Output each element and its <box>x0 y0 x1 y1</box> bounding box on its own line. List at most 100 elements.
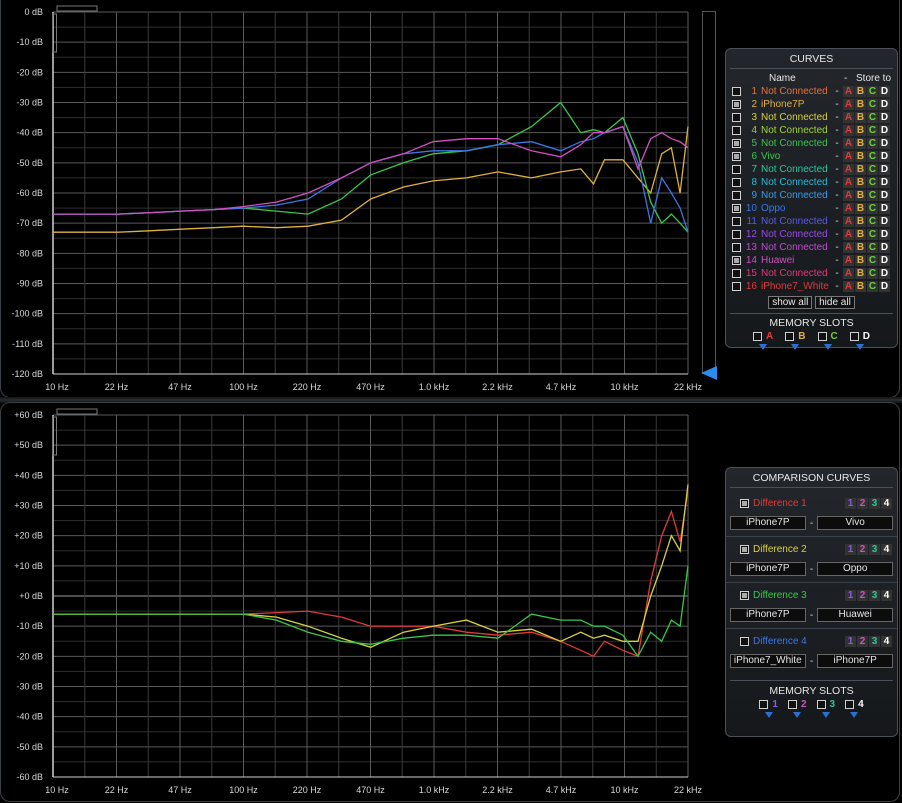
curve-name[interactable]: Not Connected <box>761 138 831 149</box>
curve-visibility-checkbox[interactable] <box>732 139 741 148</box>
hide-all-button[interactable]: hide all <box>815 296 855 309</box>
store-to-b-button[interactable]: B <box>855 112 866 123</box>
curve-visibility-checkbox[interactable] <box>732 152 741 161</box>
store-to-d-button[interactable]: D <box>879 125 890 136</box>
store-to-a-button[interactable]: A <box>843 125 854 136</box>
store-to-b-button[interactable]: B <box>855 203 866 214</box>
memory-slot-dropdown-icon[interactable] <box>759 344 768 350</box>
memory-slot-checkbox[interactable] <box>759 700 769 709</box>
curve-visibility-checkbox[interactable] <box>732 178 741 187</box>
store-to-c-button[interactable]: C <box>867 255 878 266</box>
curve-name[interactable]: Not Connected <box>761 190 831 201</box>
store-to-b-button[interactable]: B <box>855 151 866 162</box>
memory-slot-checkbox[interactable] <box>816 700 826 709</box>
comparison-slot-3-button[interactable]: 3 <box>869 543 880 555</box>
show-all-button[interactable]: show all <box>768 296 813 309</box>
comparison-slot-1-button[interactable]: 1 <box>845 543 856 555</box>
store-to-d-button[interactable]: D <box>879 242 890 253</box>
comparison-slot-4-button[interactable]: 4 <box>881 635 892 647</box>
store-to-a-button[interactable]: A <box>843 99 854 110</box>
comparison-slot-2-button[interactable]: 2 <box>857 543 868 555</box>
store-to-b-button[interactable]: B <box>855 216 866 227</box>
store-to-d-button[interactable]: D <box>879 281 890 292</box>
store-to-a-button[interactable]: A <box>843 151 854 162</box>
memory-slot-checkbox[interactable] <box>753 332 763 341</box>
curve-name[interactable]: Not Connected <box>761 164 831 175</box>
store-to-b-button[interactable]: B <box>855 99 866 110</box>
store-to-d-button[interactable]: D <box>879 99 890 110</box>
difference-visibility-checkbox[interactable] <box>740 590 749 600</box>
store-to-a-button[interactable]: A <box>843 86 854 97</box>
store-to-a-button[interactable]: A <box>843 203 854 214</box>
store-to-a-button[interactable]: A <box>843 164 854 175</box>
comparison-right-select[interactable]: Huawei <box>817 608 894 622</box>
store-to-b-button[interactable]: B <box>855 177 866 188</box>
store-to-d-button[interactable]: D <box>879 86 890 97</box>
memory-slot-checkbox[interactable] <box>817 332 827 341</box>
store-to-a-button[interactable]: A <box>843 177 854 188</box>
memory-slot-dropdown-icon[interactable] <box>850 712 859 718</box>
store-to-c-button[interactable]: C <box>867 138 878 149</box>
store-to-b-button[interactable]: B <box>855 190 866 201</box>
store-to-d-button[interactable]: D <box>879 255 890 266</box>
store-to-c-button[interactable]: C <box>867 229 878 240</box>
curve-name[interactable]: Not Connected <box>761 216 831 227</box>
store-to-c-button[interactable]: C <box>867 203 878 214</box>
store-to-c-button[interactable]: C <box>867 177 878 188</box>
curve-visibility-checkbox[interactable] <box>732 243 741 252</box>
curve-name[interactable]: Not Connected <box>761 229 831 240</box>
store-to-a-button[interactable]: A <box>843 281 854 292</box>
store-to-b-button[interactable]: B <box>855 268 866 279</box>
comparison-slot-3-button[interactable]: 3 <box>869 589 880 601</box>
store-to-d-button[interactable]: D <box>879 138 890 149</box>
store-to-a-button[interactable]: A <box>843 190 854 201</box>
curve-name[interactable]: Not Connected <box>761 268 831 279</box>
curve-name[interactable]: Not Connected <box>761 242 831 253</box>
store-to-d-button[interactable]: D <box>879 151 890 162</box>
store-to-b-button[interactable]: B <box>855 242 866 253</box>
comparison-slot-4-button[interactable]: 4 <box>881 589 892 601</box>
memory-slot-dropdown-icon[interactable] <box>823 344 832 350</box>
comparison-slot-3-button[interactable]: 3 <box>869 497 880 509</box>
store-to-d-button[interactable]: D <box>879 229 890 240</box>
curve-visibility-checkbox[interactable] <box>732 282 741 291</box>
curve-name[interactable]: Not Connected <box>761 112 831 123</box>
comparison-slot-1-button[interactable]: 1 <box>845 635 856 647</box>
store-to-b-button[interactable]: B <box>855 138 866 149</box>
comparison-slot-3-button[interactable]: 3 <box>869 635 880 647</box>
store-to-b-button[interactable]: B <box>855 164 866 175</box>
store-to-b-button[interactable]: B <box>855 281 866 292</box>
curve-visibility-checkbox[interactable] <box>732 126 741 135</box>
store-to-c-button[interactable]: C <box>867 86 878 97</box>
curve-visibility-checkbox[interactable] <box>732 191 741 200</box>
store-to-b-button[interactable]: B <box>855 125 866 136</box>
horizontal-zoom-handle[interactable] <box>56 5 98 12</box>
difference-visibility-checkbox[interactable] <box>740 498 749 508</box>
difference-visibility-checkbox[interactable] <box>740 636 749 646</box>
curve-visibility-checkbox[interactable] <box>732 256 741 265</box>
memory-slot-dropdown-icon[interactable] <box>855 344 864 350</box>
comparison-slot-1-button[interactable]: 1 <box>845 589 856 601</box>
store-to-a-button[interactable]: A <box>843 242 854 253</box>
memory-slot-checkbox[interactable] <box>787 700 797 709</box>
memory-slot-dropdown-icon[interactable] <box>764 712 773 718</box>
memory-slot-checkbox[interactable] <box>785 332 795 341</box>
store-to-c-button[interactable]: C <box>867 190 878 201</box>
store-to-d-button[interactable]: D <box>879 164 890 175</box>
store-to-b-button[interactable]: B <box>855 86 866 97</box>
store-to-c-button[interactable]: C <box>867 281 878 292</box>
horizontal-zoom-handle[interactable] <box>56 408 98 415</box>
store-to-c-button[interactable]: C <box>867 151 878 162</box>
comparison-left-select[interactable]: iPhone7P <box>730 562 806 576</box>
comparison-slot-4-button[interactable]: 4 <box>881 497 892 509</box>
store-to-b-button[interactable]: B <box>855 229 866 240</box>
curve-name[interactable]: iPhone7P <box>761 99 831 110</box>
curve-name[interactable]: iPhone7_White <box>761 281 831 292</box>
store-to-c-button[interactable]: C <box>867 125 878 136</box>
curve-visibility-checkbox[interactable] <box>732 100 741 109</box>
curve-visibility-checkbox[interactable] <box>732 217 741 226</box>
comparison-slot-2-button[interactable]: 2 <box>857 497 868 509</box>
store-to-d-button[interactable]: D <box>879 112 890 123</box>
memory-slot-checkbox[interactable] <box>845 700 855 709</box>
memory-slot-dropdown-icon[interactable] <box>791 344 800 350</box>
